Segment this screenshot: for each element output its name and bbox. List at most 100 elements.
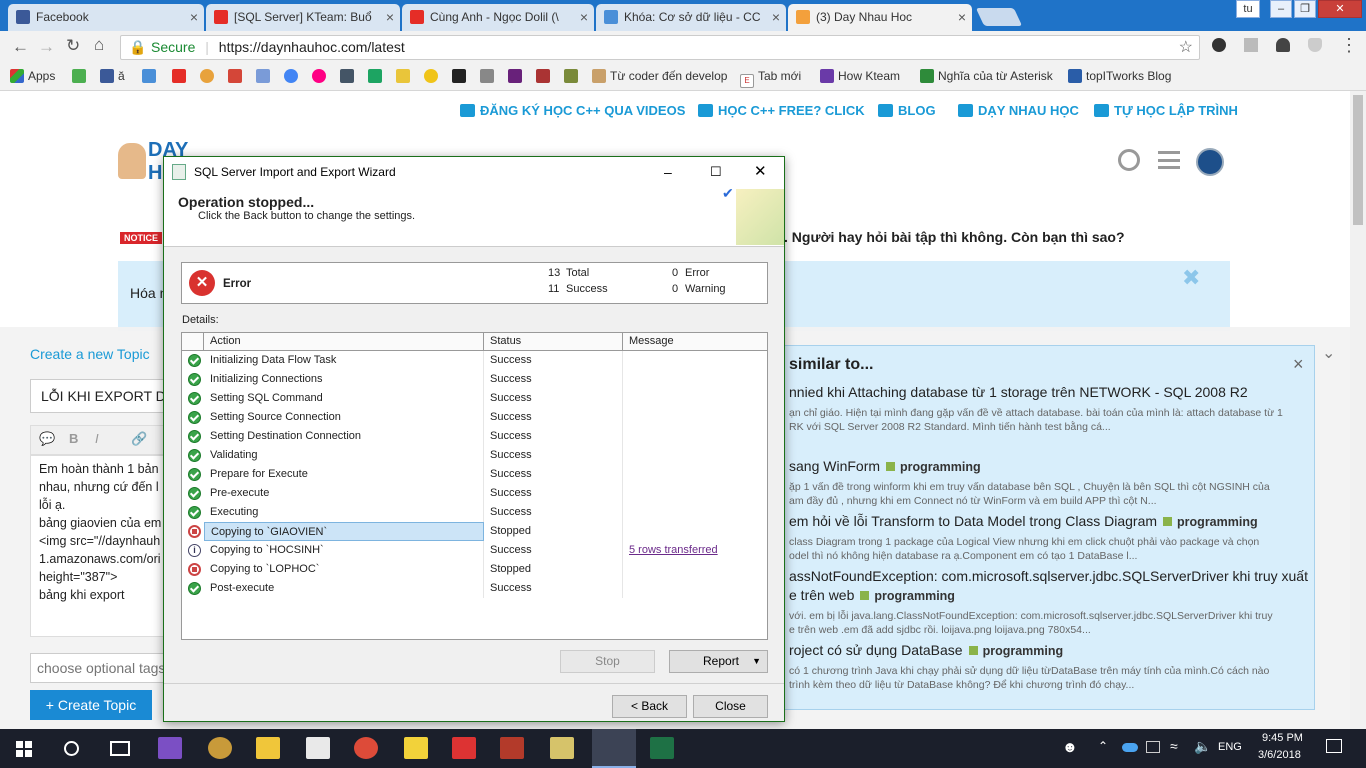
bookmark-tab-moi[interactable]: E Tab mới xyxy=(740,69,801,88)
task-view-icon[interactable] xyxy=(110,741,130,756)
tab-close-icon[interactable]: × xyxy=(386,4,394,30)
column-message[interactable]: Message xyxy=(623,333,767,351)
nav-cpp-videos[interactable]: ĐĂNG KÝ HỌC C++ QUA VIDEOS xyxy=(460,103,685,118)
bookmark-topitworks[interactable]: topITworks Blog xyxy=(1068,69,1171,83)
star-icon[interactable]: ☆ xyxy=(1179,36,1193,59)
table-row[interactable]: Validating Success xyxy=(182,446,767,465)
excel-task-icon[interactable] xyxy=(650,737,674,759)
omnibox[interactable]: 🔒 Secure | https://daynhauhoc.com/latest… xyxy=(120,35,1200,60)
bookmark-translate[interactable] xyxy=(142,69,160,83)
rows-transferred-link[interactable]: 5 rows transferred xyxy=(629,544,718,556)
extension-icon[interactable] xyxy=(1212,38,1226,52)
tags-input[interactable] xyxy=(30,653,170,683)
wizard-task-icon[interactable] xyxy=(592,729,636,768)
dialog-maximize-icon[interactable]: ☐ xyxy=(710,157,722,187)
similar-topic-title[interactable]: nnied khi Attaching database từ 1 storag… xyxy=(789,384,1248,400)
bookmark-visual-studio[interactable] xyxy=(508,69,526,83)
maximize-button[interactable]: ❐ xyxy=(1294,0,1316,18)
nav-tu-hoc[interactable]: TỰ HỌC LẬP TRÌNH xyxy=(1094,103,1238,118)
create-topic-button[interactable]: + Create Topic xyxy=(30,690,152,720)
column-action[interactable]: Action xyxy=(204,333,484,351)
cortana-icon[interactable] xyxy=(64,741,79,756)
collapse-icon[interactable]: ⌄ xyxy=(1322,343,1335,363)
pdf-extension-icon[interactable] xyxy=(1244,38,1258,52)
table-row[interactable]: Executing Success xyxy=(182,503,767,522)
bookmark-shield[interactable] xyxy=(536,69,554,83)
search-icon[interactable] xyxy=(1118,149,1140,171)
sticky-notes-task-icon[interactable] xyxy=(404,737,428,759)
sql-tool-task-icon[interactable] xyxy=(550,737,574,759)
bookmark-google[interactable] xyxy=(284,69,302,83)
browser-tab[interactable]: Facebook × xyxy=(8,4,204,31)
back-icon[interactable]: ← xyxy=(12,37,29,57)
table-row[interactable]: Copying to `GIAOVIEN` Stopped xyxy=(182,522,767,541)
table-row[interactable]: Setting Destination Connection Success xyxy=(182,427,767,446)
table-row[interactable]: Setting Source Connection Success xyxy=(182,408,767,427)
chrome-task-icon[interactable] xyxy=(354,737,378,759)
network-icon[interactable] xyxy=(1146,741,1160,753)
table-row[interactable]: Copying to `LOPHOC` Stopped xyxy=(182,560,767,579)
language-indicator[interactable]: ENG xyxy=(1218,741,1242,753)
profile-button[interactable]: tu xyxy=(1236,0,1260,18)
dialog-minimize-icon[interactable]: – xyxy=(664,157,672,187)
similar-topic-title[interactable]: sang WinForm programming xyxy=(789,458,981,474)
bookmark-flickr[interactable] xyxy=(312,69,330,83)
similar-topic-title-cont[interactable]: e trên web programming xyxy=(789,587,955,603)
tab-close-icon[interactable]: × xyxy=(580,4,588,30)
app-task-icon[interactable] xyxy=(306,737,330,759)
similar-topic-title[interactable]: em hỏi về lỗi Transform to Data Model tr… xyxy=(789,513,1258,529)
windows-start-icon[interactable] xyxy=(16,741,32,757)
reload-icon[interactable]: ↻ xyxy=(66,36,80,56)
visual-studio-task-icon[interactable] xyxy=(158,737,182,759)
bookmark-play[interactable] xyxy=(340,69,358,83)
dialog-close-icon[interactable]: ✕ xyxy=(754,157,767,187)
close-icon[interactable]: ✖ xyxy=(1182,265,1200,291)
nav-day-nhau-hoc[interactable]: DẠY NHAU HỌC xyxy=(958,103,1079,118)
acrobat-task-icon[interactable] xyxy=(452,737,476,759)
bold-icon[interactable]: B xyxy=(69,431,78,446)
tab-close-icon[interactable]: × xyxy=(958,4,966,30)
scroll-thumb[interactable] xyxy=(1353,95,1363,225)
browser-tab[interactable]: Khóa: Cơ sở dữ liệu - CC × xyxy=(596,4,786,31)
hamburger-icon[interactable] xyxy=(1158,151,1180,169)
people-icon[interactable]: ☻ xyxy=(1062,739,1078,756)
clock-time[interactable]: 9:45 PM xyxy=(1262,732,1303,744)
details-grid[interactable]: Action Status Message Initializing Data … xyxy=(181,332,768,640)
bookmark-star[interactable] xyxy=(396,69,414,83)
bookmark-facebook[interactable]: ă xyxy=(100,69,125,83)
similar-topic-title[interactable]: roject có sử dụng DataBase programming xyxy=(789,642,1063,658)
minimize-button[interactable]: – xyxy=(1270,0,1292,18)
wifi-icon[interactable]: ≈ xyxy=(1170,738,1178,754)
volume-icon[interactable]: 🔈 xyxy=(1194,738,1211,755)
clock-date[interactable]: 3/6/2018 xyxy=(1258,749,1301,761)
user-extension-icon[interactable] xyxy=(1276,38,1290,52)
bookmark-asterisk[interactable]: Nghĩa của từ Asterisk xyxy=(920,69,1053,83)
topic-body-editor[interactable]: Em hoàn thành 1 bản nhau, nhưng cứ đến l… xyxy=(30,455,170,637)
bookmark-smile[interactable] xyxy=(424,69,442,83)
quote-icon[interactable]: 💬 xyxy=(39,431,55,447)
table-row[interactable]: Setting SQL Command Success xyxy=(182,389,767,408)
bookmark-coder[interactable]: Từ coder đến develop xyxy=(592,69,727,83)
toolbox-task-icon[interactable] xyxy=(500,737,524,759)
similar-topic-title[interactable]: assNotFoundException: com.microsoft.sqls… xyxy=(789,568,1308,584)
column-status[interactable]: Status xyxy=(484,333,623,351)
topic-title-input[interactable]: LỖI KHI EXPORT DA xyxy=(30,379,170,413)
close-window-button[interactable]: ✕ xyxy=(1318,0,1362,18)
action-center-icon[interactable] xyxy=(1326,739,1342,753)
back-button[interactable]: < Back xyxy=(612,695,687,718)
bookmark-maps[interactable] xyxy=(72,69,90,83)
link-icon[interactable]: 🔗 xyxy=(131,431,147,447)
league-task-icon[interactable] xyxy=(208,737,232,759)
bookmark-dark[interactable] xyxy=(452,69,470,83)
table-row[interactable]: i Copying to `HOCSINH` Success 5 rows trans… xyxy=(182,541,767,560)
table-row[interactable]: Post-execute Success xyxy=(182,579,767,598)
italic-icon[interactable]: I xyxy=(95,431,99,446)
menu-icon[interactable]: ⋮ xyxy=(1340,35,1358,56)
table-row[interactable]: Prepare for Execute Success xyxy=(182,465,767,484)
page-scrollbar[interactable] xyxy=(1350,91,1366,729)
explorer-task-icon[interactable] xyxy=(256,737,280,759)
bookmark-chrome[interactable] xyxy=(200,69,218,83)
home-icon[interactable]: ⌂ xyxy=(94,35,104,55)
bookmark-link[interactable] xyxy=(256,69,274,83)
browser-tab[interactable]: Cùng Anh - Ngọc Dolil (\ × xyxy=(402,4,594,31)
